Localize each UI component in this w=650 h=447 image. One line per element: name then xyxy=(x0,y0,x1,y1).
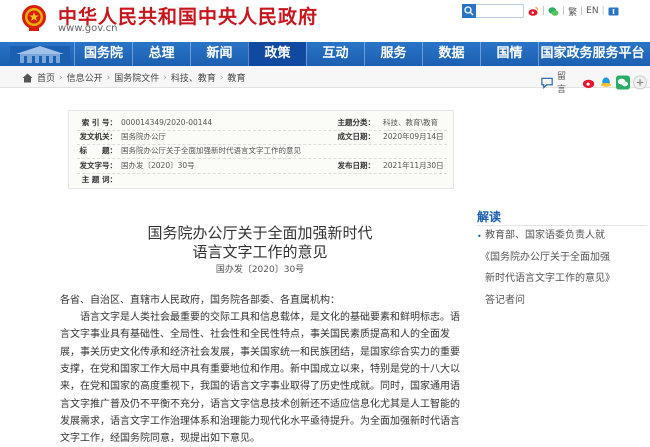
util-separator: | xyxy=(542,6,546,16)
breadcrumb-bar: 首页 › 信息公开 › 国务院文件 › 科技、教育 › 教育 留言 xyxy=(0,66,650,95)
nav-item[interactable]: 总理 xyxy=(132,42,190,66)
breadcrumb-item[interactable]: 信息公开 xyxy=(67,71,103,84)
article-paragraph-line: 展，事关历史文化传承和经济社会发展，事关国家统一和民族团结，是国家综合实力的重要 xyxy=(60,346,460,358)
breadcrumb-item[interactable]: 教育 xyxy=(228,71,246,84)
metadata-row: 主 题 词： xyxy=(69,174,453,186)
nav-item[interactable]: 服务 xyxy=(364,42,422,66)
bullet-icon: • xyxy=(477,232,482,241)
wechat-share-icon[interactable] xyxy=(615,74,630,90)
metadata-value: 国办发〔2020〕30号 xyxy=(121,161,195,170)
article-paragraph-line: 来，在党和国家的高度重视下，我国的语言文字事业取得了历史性成就。同时，国家通用语 xyxy=(60,381,460,393)
main-nav: 国务院 总理 新闻 政策 互动 服务 数据 国情 国家政务服务平台 xyxy=(0,42,650,66)
util-separator: | xyxy=(601,6,605,16)
national-emblem-icon[interactable] xyxy=(20,3,48,33)
metadata-label: 发布日期： xyxy=(337,161,376,170)
article-paragraph-line: 言文字推广普及仍不平衡不充分，语言文字信息技术创新还不适应信息化尤其是人工智能的 xyxy=(60,398,460,410)
metadata-value: 国务院办公厅 xyxy=(121,132,166,141)
nav-item[interactable]: 国情 xyxy=(480,42,538,66)
article-paragraph-line: 语言文字是人类社会最重要的交际工具和信息载体，是文化的基础要素和鲜明标志。语 xyxy=(60,312,460,323)
metadata-label: 索 引 号： xyxy=(81,118,117,127)
metadata-value: 科技、教育\教育 xyxy=(383,118,439,127)
comment-icon[interactable] xyxy=(540,75,554,90)
metadata-row: 发文字号： 国办发〔2020〕30号 发布日期： 2021年11月30日 xyxy=(69,160,453,172)
nav-item[interactable]: 互动 xyxy=(306,42,364,66)
more-share-icon[interactable] xyxy=(632,74,647,90)
metadata-label: 主 题 词： xyxy=(81,175,117,184)
wechat-icon[interactable] xyxy=(548,6,559,17)
site-url: www.gov.cn xyxy=(58,23,118,34)
nav-item[interactable]: 国家政务服务平台 xyxy=(538,42,646,66)
metadata-label: 发文机关： xyxy=(79,132,118,141)
metadata-row: 索 引 号： 000014349/2020-00144 主题分类： 科技、教育\教育 xyxy=(69,117,453,129)
document-metadata: 索 引 号： 000014349/2020-00144 主题分类： 科技、教育\教育发… xyxy=(68,110,454,189)
breadcrumb-item[interactable]: 国务院文件 xyxy=(114,71,159,84)
article-title-line1: 国务院办公厅关于全面加强新时代 xyxy=(147,224,373,242)
sidebar-divider xyxy=(477,225,647,226)
breadcrumb-separator-icon: › xyxy=(59,72,63,83)
metadata-value: 000014349/2020-00144 xyxy=(121,118,213,127)
metadata-value: 2021年11月30日 xyxy=(383,161,444,170)
lang-english[interactable]: EN xyxy=(586,6,598,16)
metadata-row: 发文机关： 国务院办公厅 成文日期： 2020年09月14日 xyxy=(69,131,453,143)
util-separator: | xyxy=(580,6,584,16)
article-salutation: 各省、自治区、直辖市人民政府，国务院各部委、各直属机构： xyxy=(60,295,340,306)
breadcrumb: 首页 › 信息公开 › 国务院文件 › 科技、教育 › 教育 xyxy=(22,71,246,84)
nav-items: 国务院 总理 新闻 政策 互动 服务 数据 国情 国家政务服务平台 xyxy=(74,42,646,66)
metadata-label: 成文日期： xyxy=(337,132,376,141)
article-paragraph-line: 言文字事业具有基础性、全局性、社会性和全民性特点，事关国民素质提高和人的全面发 xyxy=(60,329,450,341)
article-title-line2: 语言文字工作的意见 xyxy=(192,243,328,261)
sidebar-link-line[interactable]: 答记者问 xyxy=(485,292,525,310)
utility-bar: | | 繁 | EN | xyxy=(528,4,619,18)
nav-item[interactable]: 数据 xyxy=(422,42,480,66)
sidebar-title: 解读 xyxy=(477,210,502,224)
sidebar-link-line[interactable]: 教育部、国家语委负责人就 xyxy=(485,227,605,245)
nav-item[interactable]: 新闻 xyxy=(190,42,248,66)
site-header: 中华人民共和国中央人民政府 www.gov.cn | | 繁 | EN | xyxy=(0,0,650,42)
weibo-share-icon[interactable] xyxy=(582,75,596,90)
metadata-label: 主题分类： xyxy=(337,118,376,127)
share-bar: 留言 xyxy=(540,69,650,95)
article-doc-number: 国办发〔2020〕30号 xyxy=(215,265,305,275)
sidebar-link-line[interactable]: 新时代语言文字工作的意见》 xyxy=(485,270,615,288)
article-paragraph-line: 发展需求，语言文字工作治理体系和治理能力现代化水平亟待提升。为全面加强新时代语言 xyxy=(60,415,460,427)
home-icon[interactable] xyxy=(22,73,33,83)
article-paragraph-line: 支撑，在党和国家工作大局中具有重要地位和作用。新中国成立以来，特别是党的十八大以 xyxy=(60,363,460,375)
metadata-value: 国务院办公厅关于全面加强新时代语言文字工作的意见 xyxy=(121,146,301,155)
metadata-row: 标 题： 国务院办公厅关于全面加强新时代语言文字工作的意见 xyxy=(69,145,453,157)
metadata-divider xyxy=(77,158,447,159)
breadcrumb-separator-icon: › xyxy=(163,72,167,83)
nav-item[interactable]: 政策 xyxy=(248,42,306,66)
breadcrumb-home[interactable]: 首页 xyxy=(37,71,55,84)
comment-link[interactable]: 留言 xyxy=(557,69,574,95)
article-paragraph-line: 文字工作，经国务院同意，现提出如下意见。 xyxy=(60,433,260,445)
nav-item[interactable]: 国务院 xyxy=(74,42,132,66)
qq-share-icon[interactable] xyxy=(599,75,613,90)
metadata-value: 2020年09月14日 xyxy=(383,132,444,141)
metadata-label: 标 题： xyxy=(79,146,118,155)
search-icon[interactable] xyxy=(462,4,476,18)
util-separator: | xyxy=(562,6,566,16)
breadcrumb-separator-icon: › xyxy=(219,72,224,83)
lang-traditional[interactable]: 繁 xyxy=(568,5,577,18)
sidebar-link-line[interactable]: 《国务院办公厅关于全面加强 xyxy=(480,249,610,267)
breadcrumb-item[interactable]: 科技、教育 xyxy=(171,71,216,84)
home-building-icon[interactable] xyxy=(6,42,74,66)
weibo-icon[interactable] xyxy=(528,6,539,17)
accessibility-icon[interactable] xyxy=(608,6,619,17)
breadcrumb-separator-icon: › xyxy=(106,72,111,83)
metadata-label: 发文字号： xyxy=(79,161,118,170)
